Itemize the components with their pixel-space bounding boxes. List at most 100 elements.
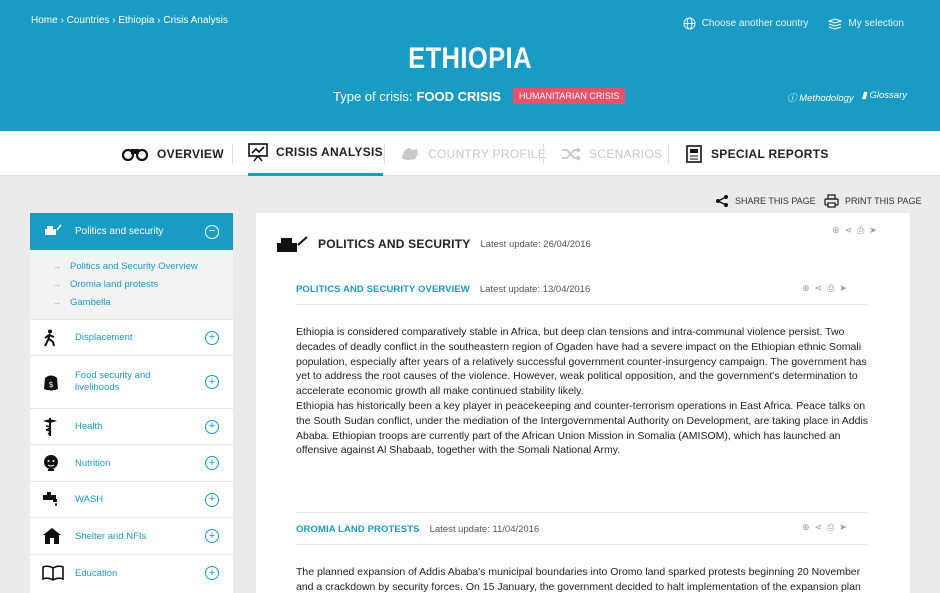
glossary-label: Glossary	[869, 90, 907, 101]
subsection-updated: Latest update: 13/04/2016	[479, 284, 591, 295]
tab-special-reports-label: SPECIAL REPORTS	[711, 146, 829, 161]
subnav-item-oromia[interactable]: → Oromia land protests	[30, 275, 233, 293]
breadcrumb-home[interactable]: Home	[31, 15, 58, 26]
expand-icon[interactable]: +	[205, 419, 219, 434]
subsection-actions: ⊕ ⋖ ⎙ ➤	[802, 283, 847, 294]
sidebar-item-wash[interactable]: WASH +	[30, 481, 233, 517]
subsection-actions: ⊕ ⋖ ⎙ ➤	[802, 522, 847, 533]
politics-security-icon	[277, 236, 308, 252]
globe-icon	[683, 17, 696, 30]
subsection-header: OROMIA LAND PROTESTS Latest update: 11/0…	[296, 524, 539, 535]
arrow-right-icon: →	[52, 261, 61, 271]
methodology-label: Methodology	[799, 93, 854, 104]
subnav-item-gambella[interactable]: → Gambella	[30, 293, 233, 311]
top-links: Choose another country My selection	[683, 17, 904, 30]
sidebar-item-shelter[interactable]: Shelter and NFIs +	[30, 517, 233, 554]
expand-icon[interactable]: +	[205, 566, 219, 580]
share-icon[interactable]: ⋖	[815, 522, 823, 533]
send-icon[interactable]: ➤	[869, 225, 877, 236]
water-tap-icon	[42, 491, 75, 509]
nutrition-face-icon	[42, 454, 75, 472]
sidebar-item-label: Education	[75, 567, 118, 579]
country-header: Home › Countries › Ethiopia › Crisis Ana…	[0, 0, 940, 131]
breadcrumb-country[interactable]: Ethiopia	[118, 15, 154, 26]
breadcrumb-countries[interactable]: Countries	[67, 15, 110, 26]
sidebar-item-label: Shelter and NFIs	[75, 530, 147, 542]
tab-country-profile[interactable]: COUNTRY PROFILE	[400, 131, 546, 176]
sidebar-subnav: → Politics and Security Overview → Oromia …	[30, 250, 233, 319]
divider	[296, 304, 868, 305]
sidebar-item-politics-security[interactable]: Politics and security −	[30, 213, 233, 250]
expand-icon[interactable]: +	[205, 529, 219, 543]
add-icon[interactable]: ⊕	[802, 522, 810, 533]
sidebar-item-label: Politics and security	[75, 226, 164, 237]
paragraph: Ethiopia is considered comparatively sta…	[296, 326, 867, 398]
my-selection-link[interactable]: My selection	[828, 17, 904, 30]
send-icon[interactable]: ➤	[839, 522, 847, 533]
print-page-button[interactable]: PRINT THIS PAGE	[824, 194, 922, 208]
tab-crisis-analysis[interactable]: CRISIS ANALYSIS	[248, 131, 383, 176]
breadcrumb-separator: ›	[157, 15, 161, 26]
print-page-label: PRINT THIS PAGE	[845, 196, 922, 206]
crisis-type-label: Type of crisis:	[333, 88, 413, 104]
tab-special-reports[interactable]: SPECIAL REPORTS	[685, 131, 829, 176]
binoculars-icon	[121, 148, 149, 161]
sidebar-item-food-security[interactable]: $ Food security and livelihoods +	[30, 355, 233, 408]
share-icon[interactable]: ⋖	[815, 283, 823, 294]
choose-country-link[interactable]: Choose another country	[683, 17, 809, 30]
tab-divider	[232, 144, 233, 164]
paragraph: The planned expansion of Addis Ababa's m…	[296, 566, 861, 593]
subnav-item-overview[interactable]: → Politics and Security Overview	[30, 257, 233, 275]
print-icon[interactable]: ⎙	[827, 283, 834, 294]
caduceus-icon	[42, 417, 75, 437]
expand-icon[interactable]: +	[205, 330, 219, 345]
collapse-icon[interactable]: −	[205, 224, 219, 239]
sidebar-item-health[interactable]: Health +	[30, 408, 233, 444]
add-icon[interactable]: ⊕	[802, 283, 810, 294]
book-icon	[42, 565, 75, 581]
tab-country-profile-label: COUNTRY PROFILE	[428, 146, 547, 161]
subsection-updated: Latest update: 11/04/2016	[429, 524, 540, 535]
print-icon[interactable]: ⎙	[857, 225, 864, 236]
divider	[296, 512, 868, 513]
subnav-item-label: Gambella	[70, 296, 111, 308]
share-icon[interactable]: ⋖	[845, 225, 853, 236]
choose-country-label: Choose another country	[701, 18, 809, 29]
expand-icon[interactable]: +	[205, 492, 219, 507]
expand-icon[interactable]: +	[205, 456, 219, 470]
sidebar-item-nutrition[interactable]: Nutrition +	[30, 444, 233, 481]
tab-overview[interactable]: OVERVIEW	[121, 131, 224, 176]
glossary-link[interactable]: ▮ Glossary	[862, 90, 907, 104]
methodology-link[interactable]: ⓘ Methodology	[787, 90, 854, 104]
print-icon[interactable]: ⎙	[827, 522, 834, 533]
add-icon[interactable]: ⊕	[832, 225, 840, 236]
sidebar-item-displacement[interactable]: Displacement +	[30, 319, 233, 355]
section-title: POLITICS AND SECURITY	[318, 237, 471, 251]
sidebar-item-education[interactable]: Education +	[30, 554, 233, 591]
section-actions: ⊕ ⋖ ⎙ ➤	[832, 225, 877, 236]
tab-scenarios-label: SCENARIOS	[589, 146, 663, 161]
shuffle-icon	[562, 146, 581, 161]
crisis-type: Type of crisis: FOOD CRISIS HUMANITARIAN…	[333, 88, 626, 104]
share-page-button[interactable]: SHARE THIS PAGE	[715, 194, 816, 208]
paragraph: Ethiopia has historically been a key pla…	[296, 399, 869, 457]
country-map-icon	[402, 147, 418, 160]
food-bag-icon: $	[42, 372, 75, 392]
tab-divider	[543, 144, 544, 164]
subsection-title: OROMIA LAND PROTESTS	[296, 524, 420, 535]
share-icon	[716, 195, 728, 207]
stack-icon	[828, 17, 843, 30]
breadcrumb: Home › Countries › Ethiopia › Crisis Ana…	[31, 15, 228, 26]
report-document-icon	[686, 144, 702, 163]
arrow-right-icon: →	[52, 297, 61, 307]
subnav-item-label: Oromia land protests	[70, 278, 159, 290]
sidebar-item-label: WASH	[75, 494, 104, 505]
expand-icon[interactable]: +	[205, 375, 219, 389]
my-selection-label: My selection	[848, 18, 904, 29]
sidebar-item-label: Displacement	[75, 332, 133, 343]
tab-divider	[668, 144, 669, 164]
tab-scenarios[interactable]: SCENARIOS	[561, 131, 662, 176]
info-icon: ⓘ	[787, 93, 800, 104]
tab-divider	[384, 144, 385, 164]
send-icon[interactable]: ➤	[839, 283, 847, 294]
